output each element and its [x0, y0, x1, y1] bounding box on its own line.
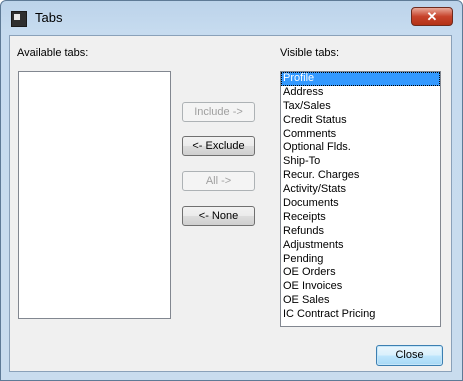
visible-tab-item[interactable]: Refunds [281, 225, 440, 239]
visible-tab-item[interactable]: OE Orders [281, 266, 440, 280]
visible-tab-item[interactable]: OE Invoices [281, 280, 440, 294]
visible-tab-item[interactable]: OE Sales [281, 294, 440, 308]
visible-tab-item[interactable]: Tax/Sales [281, 100, 440, 114]
dialog-body: Available tabs: Include -> <- Exclude Al… [9, 35, 452, 372]
visible-tab-item[interactable]: Comments [281, 128, 440, 142]
all-button[interactable]: All -> [182, 171, 255, 191]
close-window-button[interactable]: ✕ [411, 7, 453, 26]
available-tabs-list[interactable] [18, 71, 171, 319]
include-button[interactable]: Include -> [182, 102, 255, 122]
visible-tabs-label: Visible tabs: [280, 47, 340, 59]
visible-tab-item[interactable]: Credit Status [281, 114, 440, 128]
none-button[interactable]: <- None [182, 206, 255, 226]
visible-tab-item[interactable]: Profile [281, 72, 440, 86]
visible-tabs-list[interactable]: Profile Address Tax/Sales Credit Status Comm… [280, 71, 441, 327]
visible-tab-item[interactable]: Optional Flds. [281, 141, 440, 155]
tabs-dialog: Tabs ✕ Available tabs: Include -> <- Exc… [0, 0, 463, 381]
visible-tab-item[interactable]: Receipts [281, 211, 440, 225]
visible-tab-item[interactable]: Address [281, 86, 440, 100]
visible-tab-item[interactable]: Adjustments [281, 239, 440, 253]
visible-tab-item[interactable]: Recur. Charges [281, 169, 440, 183]
close-button[interactable]: Close [376, 345, 443, 366]
window-title: Tabs [35, 10, 63, 25]
visible-tab-item[interactable]: Activity/Stats [281, 183, 440, 197]
app-icon [11, 11, 27, 27]
visible-tab-item[interactable]: IC Contract Pricing [281, 308, 440, 322]
title-bar[interactable]: Tabs ✕ [1, 1, 462, 35]
available-tabs-label: Available tabs: [17, 47, 89, 59]
visible-tab-item[interactable]: Ship-To [281, 155, 440, 169]
visible-tab-item[interactable]: Documents [281, 197, 440, 211]
exclude-button[interactable]: <- Exclude [182, 136, 255, 156]
visible-tab-item[interactable]: Pending [281, 253, 440, 267]
